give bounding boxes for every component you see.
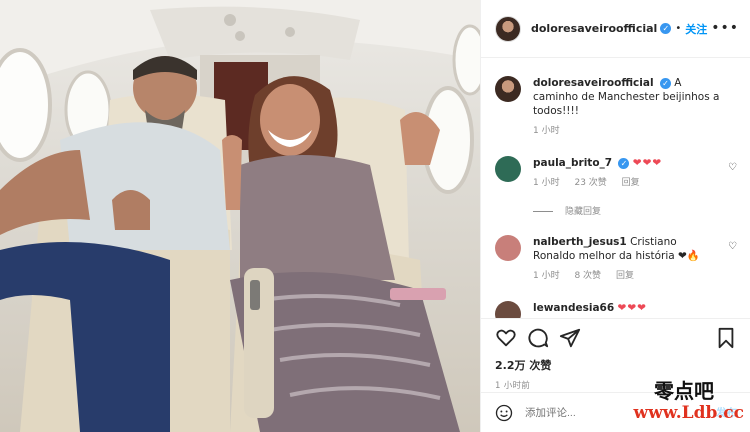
comment-time: 1 小时: [533, 178, 560, 188]
likes-count[interactable]: 2.2万 次赞: [495, 357, 737, 373]
post-actions: 2.2万 次赞 1 小时前: [481, 318, 750, 391]
comment-meta: 1 小时 23 次赞 回复: [533, 176, 721, 190]
comments-list[interactable]: doloresaveiroofficial ✓ A caminho de Man…: [481, 58, 750, 318]
comment-input[interactable]: [525, 406, 665, 419]
like-comment-heart-icon[interactable]: ♡: [728, 241, 737, 252]
comment-item: paula_brito_7 ✓ ❤❤❤ 1 小时 23 次赞 回复 ♡: [495, 156, 737, 190]
caption-meta: 1 小时: [533, 124, 721, 138]
caption-time: 1 小时: [533, 126, 560, 136]
post-photo-illustration: [0, 0, 480, 432]
verified-icon: ✓: [660, 23, 672, 34]
hide-replies-button[interactable]: 隐藏回复: [533, 204, 737, 217]
comment-icon[interactable]: [527, 327, 549, 349]
comment-meta: 1 小时 8 次赞 回复: [533, 269, 721, 283]
heart-icon[interactable]: [495, 327, 517, 349]
comment-text: ❤❤❤: [632, 157, 663, 169]
comment-avatar[interactable]: [495, 156, 521, 182]
bookmark-icon[interactable]: [715, 327, 737, 349]
post-header: doloresaveiroofficial ✓ • 关注 •••: [481, 0, 750, 58]
emoji-icon[interactable]: [495, 404, 513, 422]
comment-text: ❤❤❤: [617, 302, 647, 314]
author-username[interactable]: doloresaveiroofficial: [531, 22, 657, 35]
comment-item: lewandesia66 ❤❤❤: [495, 301, 737, 318]
separator-dot: •: [675, 23, 682, 34]
post-photo[interactable]: [0, 0, 480, 432]
comment-username[interactable]: lewandesia66: [533, 302, 614, 314]
comment-username[interactable]: paula_brito_7: [533, 157, 612, 169]
verified-icon: ✓: [618, 157, 630, 169]
comment-likes[interactable]: 23 次赞: [574, 178, 606, 188]
share-icon[interactable]: [559, 327, 581, 349]
comment-likes[interactable]: 8 次赞: [574, 271, 601, 281]
caption-avatar[interactable]: [495, 76, 521, 102]
comment-avatar[interactable]: [495, 235, 521, 261]
comment-username[interactable]: nalberth_jesus1: [533, 236, 627, 248]
post-comment-button[interactable]: 发布: [716, 405, 737, 420]
add-comment-bar: 发布: [481, 392, 750, 432]
more-horizontal-icon[interactable]: •••: [711, 20, 739, 36]
caption-username[interactable]: doloresaveiroofficial: [533, 77, 654, 89]
comment-item: nalberth_jesus1 Cristiano Ronaldo melhor…: [495, 235, 737, 283]
reply-button[interactable]: 回复: [622, 178, 640, 188]
like-comment-heart-icon[interactable]: ♡: [728, 162, 737, 173]
caption: doloresaveiroofficial ✓ A caminho de Man…: [495, 76, 737, 138]
follow-button[interactable]: 关注: [685, 21, 707, 37]
comment-avatar[interactable]: [495, 301, 521, 318]
verified-icon: ✓: [659, 77, 671, 89]
author-avatar[interactable]: [495, 15, 521, 42]
action-icons: [495, 325, 737, 351]
post-side-panel: doloresaveiroofficial ✓ • 关注 ••• dolores…: [480, 0, 750, 432]
reply-button[interactable]: 回复: [616, 271, 634, 281]
comment-time: 1 小时: [533, 271, 560, 281]
posted-time: 1 小时前: [495, 381, 531, 391]
